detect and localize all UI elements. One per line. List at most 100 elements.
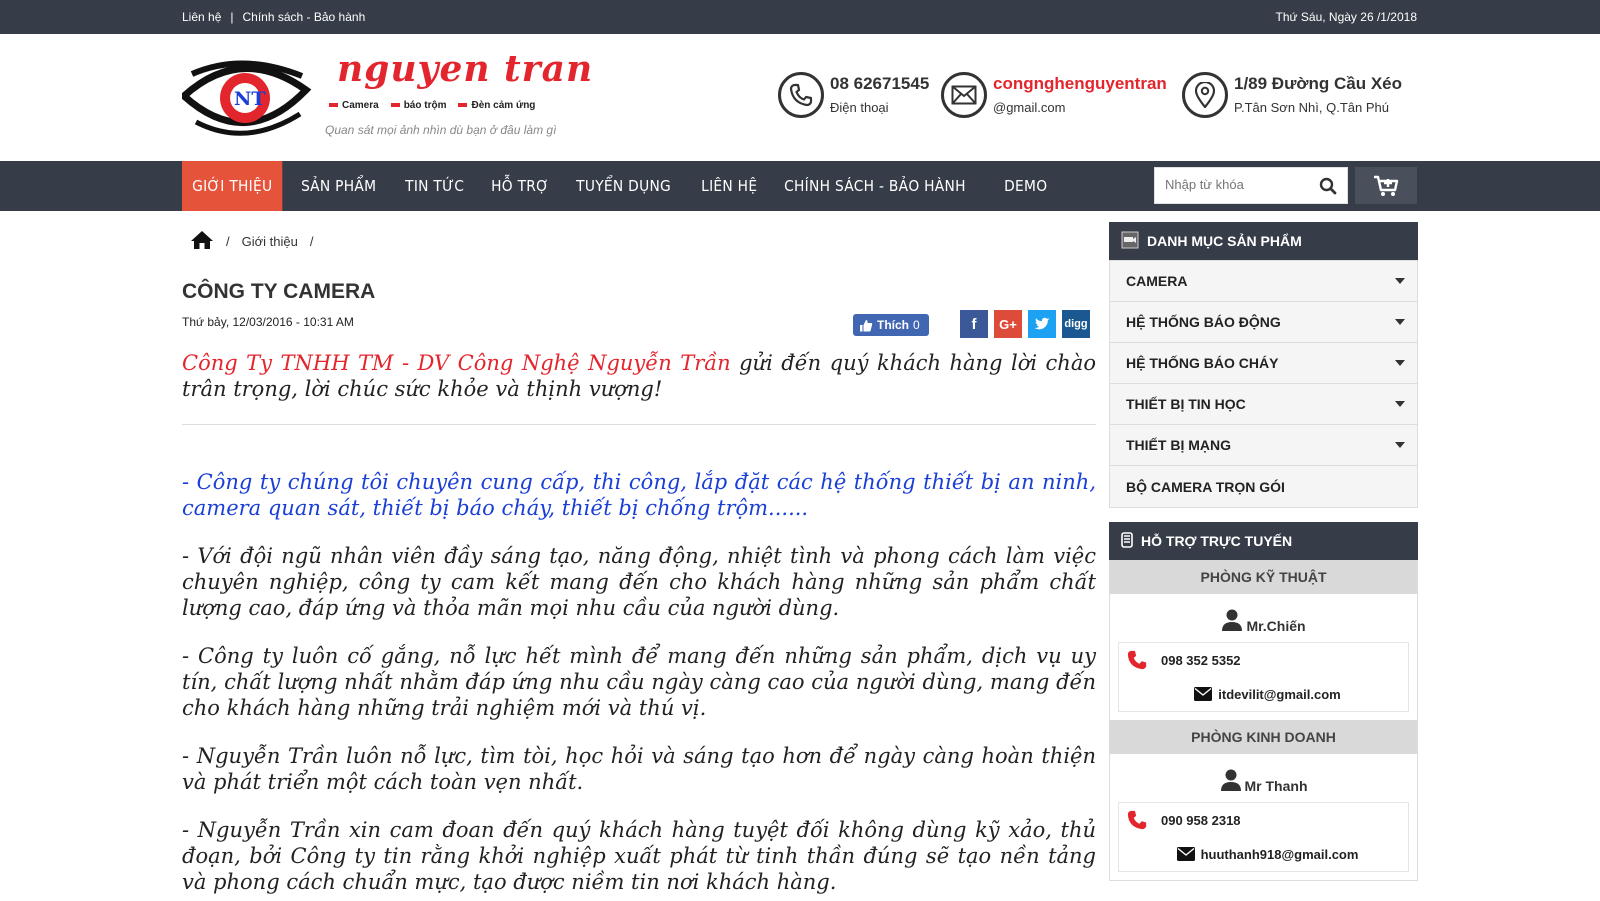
- category-label: HỆ THỐNG BÁO CHÁY: [1126, 355, 1279, 371]
- phone-icon: [778, 72, 824, 118]
- eye-logo-icon: NT: [182, 60, 312, 136]
- caret-down-icon[interactable]: [1395, 360, 1405, 366]
- twitter-share-icon[interactable]: [1028, 310, 1056, 338]
- support-title: HỖ TRỢ TRỰC TUYẾN: [1141, 533, 1293, 549]
- nav-item-products[interactable]: SẢN PHẨM: [291, 161, 386, 211]
- site-logo[interactable]: NT nguyen tran Camera báo trộm Đèn cảm ứ…: [182, 48, 602, 148]
- department-title: PHÒNG KỸ THUẬT: [1110, 560, 1417, 594]
- envelope-icon: [1176, 847, 1195, 861]
- breadcrumb-separator: /: [226, 234, 230, 249]
- top-link-contact[interactable]: Liên hệ: [182, 10, 221, 24]
- contact-phone-number[interactable]: 098 352 5352: [1161, 653, 1241, 668]
- like-label: Thích: [877, 318, 909, 332]
- article-paragraph: - Nguyễn Trần xin cam đoan đến quý khách…: [182, 818, 1096, 894]
- location-icon: [1182, 72, 1228, 118]
- article-paragraph: - Với đội ngũ nhân viên đầy sáng tạo, nă…: [182, 544, 1096, 620]
- article-paragraph: - Công ty luôn cố gắng, nỗ lực hết mình …: [182, 644, 1096, 720]
- email-domain: @gmail.com: [993, 100, 1066, 115]
- contact-phone-row[interactable]: 098 352 5352: [1119, 643, 1408, 677]
- caret-down-icon[interactable]: [1395, 278, 1405, 284]
- category-item[interactable]: BỘ CAMERA TRỌN GÓI: [1110, 466, 1417, 507]
- digg-share-icon[interactable]: digg: [1062, 310, 1090, 338]
- category-label: CAMERA: [1126, 273, 1188, 289]
- contact-address: 1/89 Đường Cầu Xéo P.Tân Sơn Nhì, Q.Tân …: [1182, 72, 1402, 118]
- nav-item-contact[interactable]: LIÊN HỆ: [691, 161, 767, 211]
- top-link-policy[interactable]: Chính sách - Bảo hành: [243, 10, 366, 24]
- search-input[interactable]: [1165, 177, 1305, 192]
- category-list: CAMERA HỆ THỐNG BÁO ĐỘNG HỆ THỐNG BÁO CH…: [1109, 260, 1418, 508]
- categories-header: DANH MỤC SẢN PHẨM: [1109, 222, 1418, 260]
- brand-tag: báo trộm: [391, 100, 447, 111]
- thumbs-up-icon: [860, 319, 873, 331]
- contact-name-label: Mr.Chiến: [1246, 618, 1306, 634]
- phone-label: Điện thoại: [830, 100, 889, 115]
- category-item[interactable]: THIẾT BỊ TIN HỌC: [1110, 384, 1417, 425]
- facebook-like-button[interactable]: Thích 0: [853, 314, 929, 336]
- brand-name: nguyen tran: [337, 48, 594, 90]
- category-label: THIẾT BỊ TIN HỌC: [1126, 396, 1246, 412]
- contact-phone-number[interactable]: 090 958 2318: [1161, 813, 1241, 828]
- phone-icon: [1127, 810, 1147, 830]
- slogan: Quan sát mọi ảnh nhìn dù bạn ở đâu làm g…: [325, 123, 557, 137]
- share-buttons: f G+ digg: [960, 310, 1090, 338]
- mail-icon: [941, 72, 987, 118]
- home-icon[interactable]: [190, 230, 214, 253]
- caret-down-icon[interactable]: [1395, 401, 1405, 407]
- category-item[interactable]: HỆ THỐNG BÁO ĐỘNG: [1110, 302, 1417, 343]
- contact-email: congnghenguyentran @gmail.com: [941, 72, 1167, 118]
- nav-item-about[interactable]: GIỚI THIỆU: [182, 161, 283, 211]
- support-contact: Mr Thanh 090 958 2318 huuthanh918@gmail.…: [1110, 754, 1417, 880]
- camera-icon: [1121, 231, 1139, 252]
- caret-down-icon[interactable]: [1395, 442, 1405, 448]
- support-panel: PHÒNG KỸ THUẬT Mr.Chiến 098 352 5352 itd…: [1109, 560, 1418, 881]
- envelope-icon: [1194, 687, 1213, 701]
- contact-email-address[interactable]: itdevilit@gmail.com: [1218, 687, 1340, 702]
- category-label: HỆ THỐNG BÁO ĐỘNG: [1126, 314, 1281, 330]
- category-label: THIẾT BỊ MẠNG: [1126, 437, 1231, 453]
- nav-item-news[interactable]: TIN TỨC: [395, 161, 474, 211]
- article-paragraph: - Nguyễn Trần luôn nỗ lực, tìm tòi, học …: [182, 744, 1096, 794]
- breadcrumb: / Giới thiệu /: [190, 230, 325, 253]
- nav-item-recruitment[interactable]: TUYỂN DỤNG: [566, 161, 681, 211]
- current-date: Thứ Sáu, Ngày 26 /1/2018: [1275, 10, 1417, 24]
- contact-details: 090 958 2318 huuthanh918@gmail.com: [1118, 802, 1409, 872]
- caret-down-icon[interactable]: [1395, 319, 1405, 325]
- online-support: HỖ TRỢ TRỰC TUYẾN PHÒNG KỸ THUẬT Mr.Chiế…: [1109, 522, 1418, 881]
- nav-item-demo[interactable]: DEMO: [994, 161, 1057, 211]
- contact-name: Mr Thanh: [1118, 766, 1409, 794]
- top-links: Liên hệ | Chính sách - Bảo hành: [182, 10, 365, 24]
- page-title: CÔNG TY CAMERA: [182, 280, 376, 303]
- phone-number[interactable]: 08 62671545: [830, 74, 929, 94]
- post-date: Thứ bảy, 12/03/2016 - 10:31 AM: [182, 315, 354, 329]
- nav-item-support[interactable]: HỖ TRỢ: [481, 161, 559, 211]
- google-plus-share-icon[interactable]: G+: [994, 310, 1022, 338]
- brand-tag: Đèn cảm ứng: [458, 100, 535, 111]
- contact-phone-row[interactable]: 090 958 2318: [1119, 803, 1408, 837]
- search-icon[interactable]: [1319, 177, 1337, 200]
- contact-details: 098 352 5352 itdevilit@gmail.com: [1118, 642, 1409, 712]
- cart-button[interactable]: [1355, 167, 1417, 204]
- user-icon: [1220, 769, 1242, 794]
- svg-text:NT: NT: [234, 88, 266, 110]
- like-count: 0: [913, 318, 920, 332]
- category-item[interactable]: THIẾT BỊ MẠNG: [1110, 425, 1417, 466]
- contact-email-row[interactable]: itdevilit@gmail.com: [1119, 677, 1408, 711]
- facebook-share-icon[interactable]: f: [960, 310, 988, 338]
- address-line2: P.Tân Sơn Nhì, Q.Tân Phú: [1234, 100, 1389, 115]
- breadcrumb-current[interactable]: Giới thiệu: [242, 234, 298, 249]
- cart-icon: [1374, 175, 1399, 196]
- category-item[interactable]: HỆ THỐNG BÁO CHÁY: [1110, 343, 1417, 384]
- nav-item-policy[interactable]: CHÍNH SÁCH - BẢO HÀNH: [774, 161, 976, 211]
- phone-handset-icon: [1121, 531, 1133, 551]
- contact-email-address[interactable]: huuthanh918@gmail.com: [1201, 847, 1359, 862]
- email-user[interactable]: congnghenguyentran: [993, 74, 1167, 94]
- support-contact: Mr.Chiến 098 352 5352 itdevilit@gmail.co…: [1110, 594, 1417, 720]
- category-label: BỘ CAMERA TRỌN GÓI: [1126, 478, 1285, 495]
- article-paragraph: - Công ty chúng tôi chuyên cung cấp, thi…: [182, 470, 1096, 520]
- categories-title: DANH MỤC SẢN PHẨM: [1147, 233, 1302, 249]
- phone-icon: [1127, 650, 1147, 670]
- category-item[interactable]: CAMERA: [1110, 261, 1417, 302]
- article-lead: Công Ty TNHH TM - DV Công Nghệ Nguyễn Tr…: [182, 350, 1096, 425]
- contact-email-row[interactable]: huuthanh918@gmail.com: [1119, 837, 1408, 871]
- product-categories: DANH MỤC SẢN PHẨM CAMERA HỆ THỐNG BÁO ĐỘ…: [1109, 222, 1418, 508]
